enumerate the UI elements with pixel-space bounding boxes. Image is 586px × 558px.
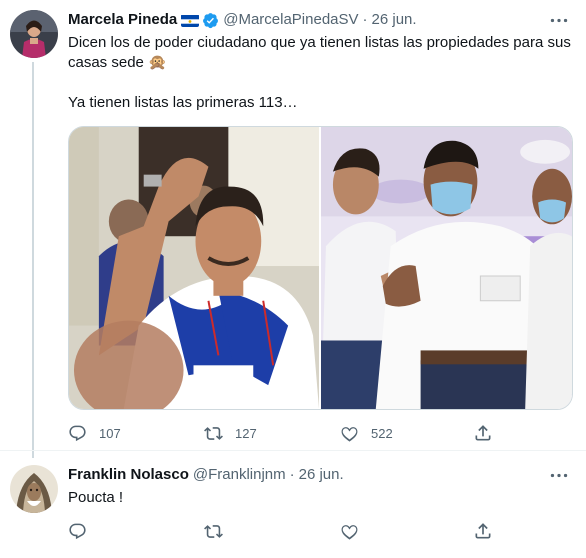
reply-icon xyxy=(69,523,86,539)
tweet-date[interactable]: 26 jun. xyxy=(372,10,417,30)
share-icon[interactable] xyxy=(473,423,493,443)
tweet-text-line: Ya tienen listas las primeras 113… xyxy=(68,94,298,111)
tweet-media[interactable] xyxy=(68,126,573,410)
heart-icon xyxy=(341,426,358,442)
heart-icon xyxy=(341,524,358,540)
avatar-marcela[interactable] xyxy=(10,10,58,58)
reply-icon xyxy=(69,425,86,441)
author-handle[interactable]: @Franklinjnm xyxy=(193,465,286,485)
retweet-button[interactable]: 127 xyxy=(204,424,340,443)
like-button[interactable]: 522 xyxy=(340,424,476,443)
tweet-text-line: casas sede 🙊 xyxy=(68,54,167,71)
photo-left[interactable] xyxy=(69,127,319,409)
photo-right[interactable] xyxy=(321,127,572,409)
reply-button[interactable]: 107 xyxy=(68,424,204,443)
retweet-button[interactable] xyxy=(204,522,340,541)
thread-line xyxy=(32,62,34,458)
tweet-text: Dicen los de poder ciudadano que ya tien… xyxy=(68,33,573,113)
author-handle[interactable]: @MarcelaPinedaSV xyxy=(223,10,358,30)
tweet-text-line: Poucta ! xyxy=(68,489,124,506)
tweet-actions: 107 127 522 xyxy=(68,421,488,445)
el-salvador-flag-icon xyxy=(181,14,200,27)
author-name[interactable]: Franklin Nolasco xyxy=(68,465,189,485)
tweet-text: Poucta ! xyxy=(68,488,573,508)
retweet-icon xyxy=(204,524,223,538)
reply-count: 107 xyxy=(99,425,121,441)
tweet-actions xyxy=(68,519,488,543)
retweet-icon xyxy=(204,426,223,440)
tweet-text-line: Dicen los de poder ciudadano que ya tien… xyxy=(68,34,571,51)
header-separator: · xyxy=(289,466,295,483)
avatar-franklin[interactable] xyxy=(10,465,58,513)
tweet-franklin[interactable]: Franklin Nolasco @Franklinjnm · 26 jun. … xyxy=(0,450,586,558)
tweet-text-blank xyxy=(68,73,573,93)
more-icon[interactable] xyxy=(548,465,570,485)
tweet-header: Franklin Nolasco @Franklinjnm · 26 jun. xyxy=(68,465,344,485)
share-icon[interactable] xyxy=(473,521,493,541)
like-button[interactable] xyxy=(340,522,476,541)
reply-button[interactable] xyxy=(68,522,204,541)
tweet-date[interactable]: 26 jun. xyxy=(299,465,344,485)
tweet-marcela[interactable]: Marcela Pineda @MarcelaPinedaSV · 26 jun… xyxy=(0,0,586,458)
tweet-header: Marcela Pineda @MarcelaPinedaSV · 26 jun… xyxy=(68,10,417,30)
header-separator: · xyxy=(362,11,368,28)
more-icon[interactable] xyxy=(548,10,570,30)
author-name[interactable]: Marcela Pineda xyxy=(68,10,177,30)
retweet-count: 127 xyxy=(235,425,257,441)
like-count: 522 xyxy=(371,425,393,441)
verified-badge-icon xyxy=(202,12,219,29)
